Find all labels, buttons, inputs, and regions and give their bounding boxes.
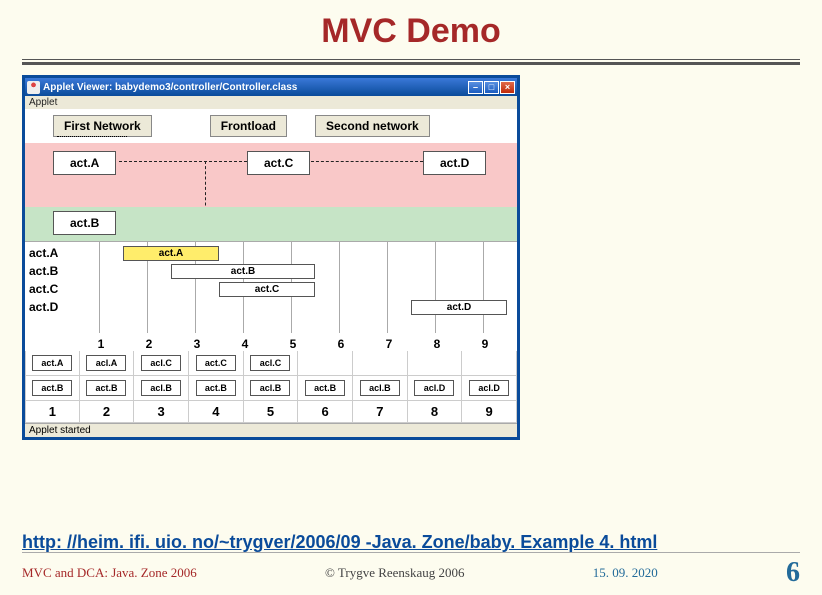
gantt-bar-c[interactable]: act.C	[219, 282, 315, 297]
grid-cell[interactable]: acl.D	[414, 380, 454, 396]
grid-cell[interactable]: act.B	[196, 380, 236, 396]
grid-cell[interactable]: act.B	[305, 380, 345, 396]
gantt-row-label: act.B	[29, 264, 58, 278]
gantt-tick: 3	[187, 337, 207, 351]
page-number: 6	[786, 557, 800, 589]
gantt-tick: 7	[379, 337, 399, 351]
footer: MVC and DCA: Java. Zone 2006 © Trygve Re…	[22, 552, 800, 589]
grid-col-number: 6	[298, 401, 352, 422]
node-act-d[interactable]: act.D	[423, 151, 486, 175]
page-title: MVC Demo	[0, 0, 822, 59]
gantt-row-label: act.D	[29, 300, 58, 314]
grid-cell[interactable]: acl.B	[360, 380, 400, 396]
menubar[interactable]: Applet	[25, 96, 517, 109]
first-network-button[interactable]: First Network	[53, 115, 152, 137]
grid-cell[interactable]: act.A	[32, 355, 72, 371]
gantt-tick: 8	[427, 337, 447, 351]
grid-col-number: 9	[462, 401, 516, 422]
edge-c-d	[311, 161, 423, 162]
maximize-icon[interactable]: □	[484, 81, 499, 94]
grid-col-number: 8	[408, 401, 462, 422]
grid-cell[interactable]: acl.D	[469, 380, 509, 396]
gantt-tick: 6	[331, 337, 351, 351]
gantt-row-label: act.A	[29, 246, 58, 260]
gantt-tick: 2	[139, 337, 159, 351]
gantt-bar-a[interactable]: act.A	[123, 246, 219, 261]
grid-cell[interactable]: acl.C	[250, 355, 290, 371]
network-panel-bottom: act.B	[25, 207, 517, 241]
second-network-button[interactable]: Second network	[315, 115, 430, 137]
gantt-tick: 5	[283, 337, 303, 351]
window-title: Applet Viewer: babydemo3/controller/Cont…	[43, 82, 297, 93]
gantt-bar-d[interactable]: act.D	[411, 300, 507, 315]
grid-col-number: 1	[26, 401, 79, 422]
footer-copyright: © Trygve Reenskaug 2006	[325, 565, 465, 581]
gantt-tick: 9	[475, 337, 495, 351]
network-panel-top: act.A act.C act.D	[25, 143, 517, 207]
node-act-c[interactable]: act.C	[247, 151, 310, 175]
edge-a-c	[119, 161, 247, 162]
footer-date: 15. 09. 2020	[593, 565, 658, 581]
rule-thin	[22, 59, 800, 60]
close-icon[interactable]: ×	[500, 81, 515, 94]
grid-cell[interactable]: act.B	[86, 380, 126, 396]
gantt-bar-b[interactable]: act.B	[171, 264, 315, 279]
node-act-b[interactable]: act.B	[53, 211, 116, 235]
rule-thick	[22, 62, 800, 65]
grid-col-number: 4	[189, 401, 243, 422]
grid-cell[interactable]: act.C	[196, 355, 236, 371]
applet-screenshot: Applet Viewer: babydemo3/controller/Cont…	[22, 75, 520, 440]
frontload-button[interactable]: Frontload	[210, 115, 287, 137]
grid-cell[interactable]: acl.C	[141, 355, 181, 371]
java-icon	[27, 81, 40, 94]
minimize-icon[interactable]: –	[468, 81, 483, 94]
gantt-tick: 4	[235, 337, 255, 351]
node-act-a[interactable]: act.A	[53, 151, 116, 175]
gantt-row-label: act.C	[29, 282, 58, 296]
example-url-link[interactable]: http: //heim. ifi. uio. no/~trygver/2006…	[22, 532, 657, 553]
grid-col-number: 2	[80, 401, 134, 422]
grid-col-number: 7	[353, 401, 407, 422]
grid-cell[interactable]: acl.B	[141, 380, 181, 396]
status-bar: Applet started	[25, 423, 517, 437]
grid-cell[interactable]: acl.A	[86, 355, 126, 371]
titlebar: Applet Viewer: babydemo3/controller/Cont…	[25, 78, 517, 96]
grid-cell[interactable]: acl.B	[250, 380, 290, 396]
gantt-chart: act.A act.B act.C act.D act.A act.B act.…	[25, 241, 517, 351]
grid-cell[interactable]: act.B	[32, 380, 72, 396]
gantt-tick: 1	[91, 337, 111, 351]
footer-left: MVC and DCA: Java. Zone 2006	[22, 565, 197, 581]
grid-col-number: 3	[134, 401, 188, 422]
calendar-grid: act.A acl.A acl.C act.C acl.C act.B act.…	[25, 351, 517, 401]
calendar-numbers: 1 2 3 4 5 6 7 8 9	[25, 401, 517, 423]
grid-col-number: 5	[244, 401, 298, 422]
window: Applet Viewer: babydemo3/controller/Cont…	[22, 75, 520, 440]
